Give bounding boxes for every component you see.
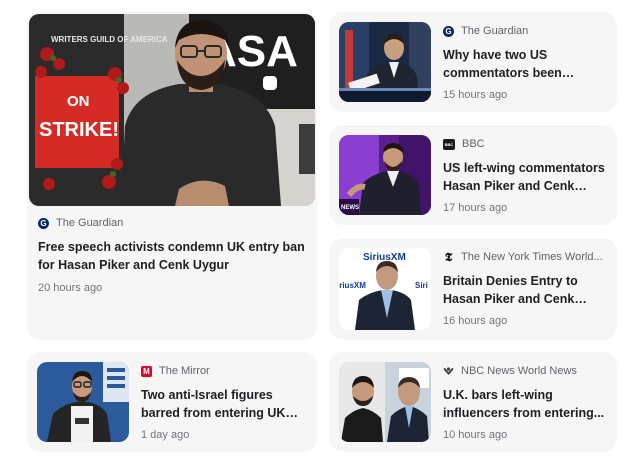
article-title[interactable]: Two anti-Israel figures barred from ente… <box>141 386 309 422</box>
nbc-logo-icon <box>443 366 454 377</box>
man-with-glasses-before-strike-sign-image: ASA WRITERS GUILD OF AMERICA ON STRIKE! <box>29 14 315 206</box>
article-time: 10 hours ago <box>443 429 508 441</box>
news-badge-text: NEWS <box>341 205 359 211</box>
article-time: 20 hours ago <box>38 282 103 294</box>
nbc-peacock-icon <box>443 366 454 375</box>
man-before-siriusxm-backdrop-image: SiriusXM iriusXM Siri <box>339 248 431 330</box>
article-title[interactable]: U.K. bars left-wing influencers from ent… <box>443 386 609 422</box>
article-time: 16 hours ago <box>443 315 508 327</box>
article-source: 𝕿 The New York Times World... <box>443 249 603 264</box>
article-title[interactable]: US left-wing commentators Hasan Piker an… <box>443 159 609 195</box>
article-time: 15 hours ago <box>443 89 508 101</box>
svg-text:Siri: Siri <box>415 281 428 290</box>
article-source: G The Guardian <box>38 217 123 229</box>
man-with-glasses-blue-backdrop-image <box>37 362 129 442</box>
news-card[interactable]: NBC News World News U.K. bars left-wing … <box>329 352 617 452</box>
article-source: G The Guardian <box>443 25 528 37</box>
nyt-logo-icon: 𝕿 <box>444 249 453 264</box>
article-image[interactable] <box>339 22 431 102</box>
bbc-logo-icon: BBC <box>443 138 455 150</box>
article-image[interactable]: ASA WRITERS GUILD OF AMERICA ON STRIKE! <box>29 14 315 206</box>
mirror-logo-icon: M <box>141 365 152 377</box>
host-at-desk-image <box>339 22 431 102</box>
source-name: The Guardian <box>56 217 124 229</box>
article-source: M The Mirror <box>141 365 210 377</box>
article-source: BBC BBC <box>443 138 485 150</box>
article-title[interactable]: Why have two US commentators been banne.… <box>443 46 609 82</box>
article-image[interactable] <box>37 362 129 442</box>
news-card[interactable]: M The Mirror Two anti-Israel figures bar… <box>27 352 317 452</box>
sign-strike-text: STRIKE! <box>39 119 119 141</box>
news-card[interactable]: NEWS BBC BBC US left-wing commentators H… <box>329 125 617 225</box>
article-image[interactable] <box>339 362 431 442</box>
guardian-logo-icon: G <box>443 25 454 37</box>
sign-top-text: WRITERS GUILD OF AMERICA <box>51 35 168 44</box>
two-men-split-image <box>339 362 431 442</box>
article-time: 17 hours ago <box>443 202 508 214</box>
guardian-logo-icon: G <box>38 217 49 229</box>
source-name: NBC News World News <box>461 365 577 377</box>
news-card-featured[interactable]: ASA WRITERS GUILD OF AMERICA ON STRIKE! <box>27 12 317 340</box>
sign-on-text: ON <box>67 93 90 110</box>
article-image[interactable]: NEWS <box>339 135 431 215</box>
source-name: The Mirror <box>159 365 210 377</box>
source-name: The New York Times World... <box>461 251 603 263</box>
siriusxm-text-left: iriusXM <box>339 281 366 290</box>
article-image[interactable]: SiriusXM iriusXM Siri <box>339 248 431 330</box>
news-card[interactable]: G The Guardian Why have two US commentat… <box>329 12 617 112</box>
source-name: BBC <box>462 138 485 150</box>
article-title[interactable]: Britain Denies Entry to Hasan Piker and … <box>443 272 609 308</box>
article-source: NBC News World News <box>443 365 577 377</box>
source-name: The Guardian <box>461 25 529 37</box>
article-time: 1 day ago <box>141 429 190 441</box>
news-card[interactable]: SiriusXM iriusXM Siri 𝕿 The New York Tim… <box>329 238 617 340</box>
man-on-stage-purple-image: NEWS <box>339 135 431 215</box>
article-title[interactable]: Free speech activists condemn UK entry b… <box>38 238 310 274</box>
